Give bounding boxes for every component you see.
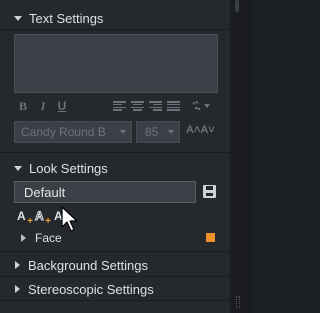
align-left-icon[interactable] bbox=[113, 101, 126, 111]
text-direction-dropdown[interactable] bbox=[192, 99, 210, 113]
text-direction-icon bbox=[192, 100, 201, 111]
divider bbox=[0, 251, 231, 252]
justify-icon[interactable] bbox=[167, 101, 180, 111]
stereoscopic-settings-header[interactable]: Stereoscopic Settings bbox=[0, 279, 231, 299]
font-family-value: Candy Round B bbox=[21, 125, 106, 139]
add-shadow-icon[interactable]: A + bbox=[17, 209, 33, 227]
expand-triangle-icon bbox=[15, 261, 20, 269]
text-settings-header[interactable]: Text Settings bbox=[0, 8, 231, 28]
plus-icon: + bbox=[45, 216, 51, 227]
look-preset-value: Default bbox=[24, 184, 66, 200]
section-title: Stereoscopic Settings bbox=[28, 281, 154, 297]
chevron-down-icon bbox=[204, 104, 210, 108]
mouse-pointer-icon bbox=[61, 206, 78, 232]
expand-triangle-icon bbox=[21, 234, 26, 242]
align-right-icon[interactable] bbox=[149, 101, 162, 111]
face-label: Face bbox=[35, 231, 62, 245]
face-layer-row[interactable]: Face bbox=[0, 229, 231, 247]
font-family-select[interactable]: Candy Round B bbox=[14, 121, 132, 143]
expand-triangle-icon bbox=[15, 285, 20, 293]
font-size-select[interactable]: 85 bbox=[136, 121, 180, 143]
section-title: Text Settings bbox=[29, 10, 104, 26]
font-size-value: 85 bbox=[145, 125, 159, 139]
font-grow-shrink-icon[interactable]: A˄A˅ bbox=[186, 124, 215, 136]
scroll-thumb[interactable] bbox=[235, 0, 239, 12]
align-center-icon[interactable] bbox=[131, 101, 144, 111]
chevron-down-icon bbox=[120, 130, 126, 134]
settings-panel: Text Settings B I U Candy Round B 85 A˄A… bbox=[0, 0, 231, 313]
divider bbox=[0, 276, 231, 277]
resize-grip-icon[interactable] bbox=[236, 296, 240, 308]
plus-icon: + bbox=[27, 216, 33, 227]
section-title: Background Settings bbox=[28, 257, 148, 273]
section-title: Look Settings bbox=[29, 160, 108, 176]
chevron-down-icon bbox=[168, 130, 174, 134]
look-settings-header[interactable]: Look Settings bbox=[0, 158, 231, 178]
background-settings-header[interactable]: Background Settings bbox=[0, 255, 231, 275]
divider bbox=[0, 152, 231, 153]
look-preset-field[interactable]: Default bbox=[14, 181, 196, 203]
text-input-area[interactable] bbox=[14, 34, 218, 93]
collapse-triangle-icon bbox=[14, 165, 22, 171]
divider bbox=[0, 29, 231, 30]
bold-button[interactable]: B bbox=[16, 98, 30, 114]
italic-button[interactable]: I bbox=[36, 98, 50, 114]
collapse-triangle-icon bbox=[14, 15, 22, 21]
add-edge-icon[interactable]: A + bbox=[35, 209, 51, 228]
underline-button[interactable]: U bbox=[55, 98, 69, 114]
vertical-scrollbar[interactable] bbox=[232, 0, 253, 313]
save-icon[interactable] bbox=[203, 185, 216, 198]
face-color-swatch[interactable] bbox=[206, 233, 215, 242]
divider bbox=[0, 300, 231, 301]
